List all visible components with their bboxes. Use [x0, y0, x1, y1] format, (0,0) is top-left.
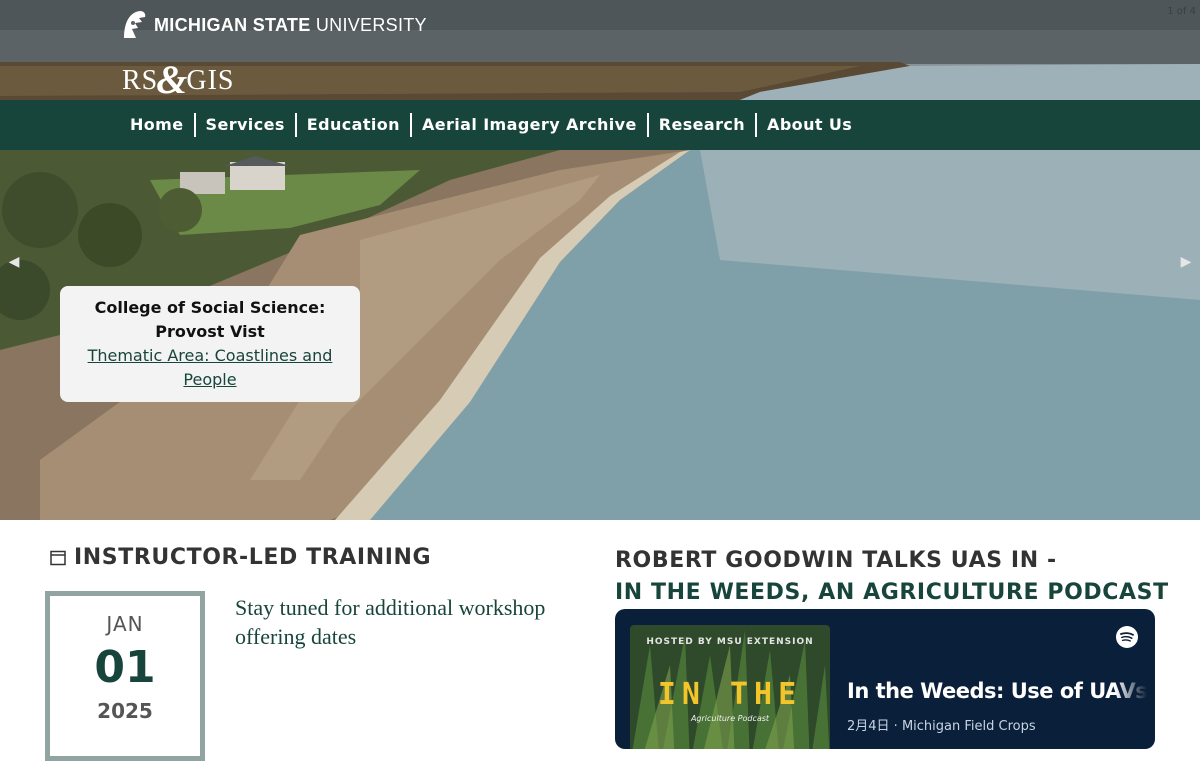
slide-counter: 1 of 4	[1167, 6, 1196, 17]
podcast-heading-line1: ROBERT GOODWIN TALKS UAS IN -	[615, 548, 1057, 573]
university-name: MICHIGAN STATE UNIVERSITY	[154, 15, 427, 36]
university-name-bold: MICHIGAN STATE	[154, 14, 311, 35]
msu-brand[interactable]: MICHIGAN STATE UNIVERSITY	[120, 8, 427, 42]
training-section: INSTRUCTOR-LED TRAINING JAN 01 2025 Stay…	[45, 545, 590, 761]
title-fade	[1115, 669, 1155, 709]
nav-aerial-imagery-archive[interactable]: Aerial Imagery Archive	[409, 113, 647, 137]
spotify-icon[interactable]	[1115, 625, 1139, 649]
spotify-embed-player[interactable]: HOSTED BY MSU EXTENSION IN THE Agricultu…	[615, 609, 1155, 749]
calendar-icon	[50, 550, 66, 565]
podcast-heading-line2: IN THE WEEDS, AN AGRICULTURE PODCAST	[615, 580, 1169, 605]
rsgis-logo[interactable]: RS&GIS	[122, 56, 235, 103]
nav-services[interactable]: Services	[193, 113, 295, 137]
podcast-section: ROBERT GOODWIN TALKS UAS IN - IN THE WEE…	[615, 545, 1175, 609]
nav-education[interactable]: Education	[294, 113, 410, 137]
event-date-box: JAN 01 2025	[45, 591, 205, 761]
university-name-light: UNIVERSITY	[315, 14, 427, 35]
chevron-right-icon[interactable]: ▶	[1178, 254, 1194, 270]
nav-about-us[interactable]: About Us	[755, 113, 862, 137]
chevron-left-icon[interactable]: ◀	[6, 254, 22, 270]
cover-subtitle: Agriculture Podcast	[690, 714, 770, 723]
slide-caption: College of Social Science: Provost Vist …	[60, 286, 360, 402]
nav-home[interactable]: Home	[120, 113, 194, 137]
event-year: 2025	[97, 699, 153, 723]
training-notice: Stay tuned for additional workshop offer…	[235, 595, 546, 649]
episode-title[interactable]: In the Weeds: Use of UAVs	[847, 679, 1148, 703]
main-nav: Home Services Education Aerial Imagery A…	[0, 100, 1200, 150]
caption-link[interactable]: Thematic Area: Coastlines and People	[72, 344, 348, 392]
logo-rs: RS	[122, 65, 159, 96]
logo-gis: GIS	[186, 65, 235, 96]
training-heading: INSTRUCTOR-LED TRAINING	[50, 545, 590, 570]
event-month: JAN	[106, 612, 144, 636]
episode-meta: 2月4日 · Michigan Field Crops	[847, 719, 1036, 734]
spartan-helmet-icon	[124, 11, 146, 38]
training-heading-text: INSTRUCTOR-LED TRAINING	[74, 545, 432, 570]
hero-slider: 1 of 4 MICHIGAN STATE UNIVERSITY RS&GIS …	[0, 0, 1200, 520]
event-day: 01	[94, 642, 156, 693]
nav-research[interactable]: Research	[646, 113, 755, 137]
podcast-heading: ROBERT GOODWIN TALKS UAS IN - IN THE WEE…	[615, 545, 1175, 609]
podcast-cover-art[interactable]: HOSTED BY MSU EXTENSION IN THE Agricultu…	[630, 625, 830, 749]
cover-hosted-text: HOSTED BY MSU EXTENSION	[646, 637, 814, 647]
caption-title: College of Social Science: Provost Vist	[94, 298, 326, 341]
cover-title: IN THE	[657, 677, 803, 712]
logo-amp: &	[156, 57, 189, 102]
